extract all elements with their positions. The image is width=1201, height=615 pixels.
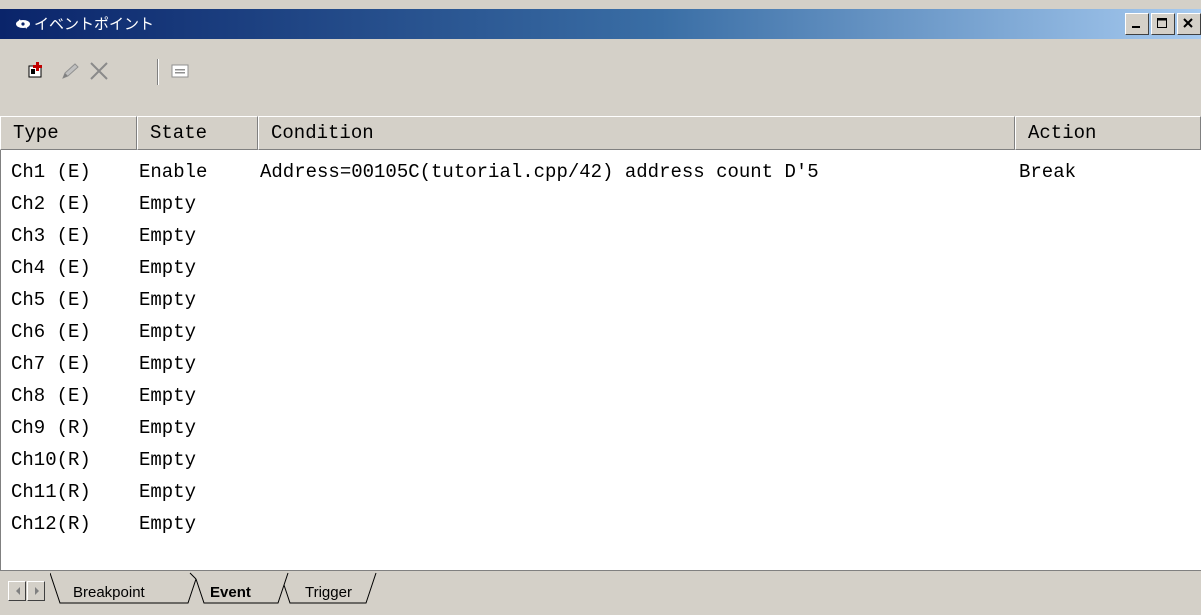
cell-state: Empty	[139, 481, 197, 503]
close-button[interactable]	[1177, 13, 1201, 35]
tab-event[interactable]: Event	[210, 584, 251, 602]
cell-state: Empty	[139, 289, 197, 311]
add-icon	[28, 62, 42, 78]
column-header-condition[interactable]: Condition	[258, 116, 1015, 150]
table-row[interactable]: Ch9 (R) Empty	[1, 413, 1201, 444]
cell-state: Empty	[139, 193, 197, 215]
cell-type: Ch7 (E)	[11, 353, 91, 375]
edit-icon	[62, 63, 79, 79]
cell-type: Ch11(R)	[11, 481, 91, 503]
minimize-icon	[1132, 26, 1140, 28]
tab-breakpoint[interactable]: Breakpoint	[73, 584, 145, 602]
scroll-left-icon	[16, 587, 20, 595]
cell-type: Ch6 (E)	[11, 321, 91, 343]
cell-state: Empty	[139, 513, 197, 535]
tab-scroll-right-button[interactable]	[27, 581, 45, 601]
table-row[interactable]: Ch12(R) Empty	[1, 509, 1201, 540]
table-row[interactable]: Ch6 (E) Empty	[1, 317, 1201, 348]
table-row[interactable]: Ch5 (E) Empty	[1, 285, 1201, 316]
maximize-icon	[1157, 18, 1167, 28]
table-row[interactable]: Ch8 (E) Empty	[1, 381, 1201, 412]
table-row[interactable]: Ch1 (E) Enable Address=00105C(tutorial.c…	[1, 157, 1201, 188]
cell-type: Ch12(R)	[11, 513, 91, 535]
cell-type: Ch10(R)	[11, 449, 91, 471]
column-header-action[interactable]: Action	[1015, 116, 1201, 150]
cell-state: Empty	[139, 225, 197, 247]
delete-icon	[90, 62, 108, 80]
maximize-button[interactable]	[1151, 13, 1175, 35]
delete-eventpoint-button[interactable]	[88, 61, 110, 81]
column-header: Type State Condition Action	[0, 116, 1201, 150]
properties-icon	[171, 64, 189, 78]
window-title: イベントポイント	[34, 15, 155, 33]
minimize-button[interactable]	[1125, 13, 1149, 35]
tab-trigger[interactable]: Trigger	[305, 584, 352, 602]
cell-type: Ch9 (R)	[11, 417, 91, 439]
column-header-type[interactable]: Type	[0, 116, 137, 150]
eventpoint-list[interactable]: Ch1 (E) Enable Address=00105C(tutorial.c…	[0, 150, 1201, 570]
cell-state: Empty	[139, 417, 197, 439]
table-row[interactable]: Ch10(R) Empty	[1, 445, 1201, 476]
cell-action: Break	[1019, 161, 1077, 183]
properties-button[interactable]	[170, 61, 192, 81]
scroll-right-icon	[35, 587, 39, 595]
toolbar	[0, 39, 1201, 115]
cell-type: Ch4 (E)	[11, 257, 91, 279]
event-point-window: イベントポイント Type State Condition Action Ch1…	[0, 0, 1201, 615]
toolbar-separator	[157, 59, 159, 85]
tab-strip: Breakpoint Event Trigger	[0, 570, 1201, 615]
table-row[interactable]: Ch11(R) Empty	[1, 477, 1201, 508]
cell-type: Ch8 (E)	[11, 385, 91, 407]
column-header-state[interactable]: State	[137, 116, 258, 150]
cell-condition: Address=00105C(tutorial.cpp/42) address …	[260, 161, 819, 183]
cell-state: Empty	[139, 321, 197, 343]
cell-state: Enable	[139, 161, 208, 183]
close-icon	[1183, 18, 1193, 28]
cell-state: Empty	[139, 449, 197, 471]
title-buttons	[1125, 13, 1201, 35]
tab-scroll-left-button[interactable]	[8, 581, 26, 601]
cell-type: Ch2 (E)	[11, 193, 91, 215]
cell-type: Ch1 (E)	[11, 161, 91, 183]
event-point-icon	[14, 16, 32, 32]
table-row[interactable]: Ch3 (E) Empty	[1, 221, 1201, 252]
cell-type: Ch3 (E)	[11, 225, 91, 247]
cell-state: Empty	[139, 353, 197, 375]
table-row[interactable]: Ch7 (E) Empty	[1, 349, 1201, 380]
cell-state: Empty	[139, 257, 197, 279]
table-row[interactable]: Ch4 (E) Empty	[1, 253, 1201, 284]
table-row[interactable]: Ch2 (E) Empty	[1, 189, 1201, 220]
cell-state: Empty	[139, 385, 197, 407]
title-bar[interactable]: イベントポイント	[0, 9, 1201, 39]
cell-type: Ch5 (E)	[11, 289, 91, 311]
add-eventpoint-button[interactable]	[26, 61, 48, 81]
edit-eventpoint-button[interactable]	[60, 61, 82, 81]
